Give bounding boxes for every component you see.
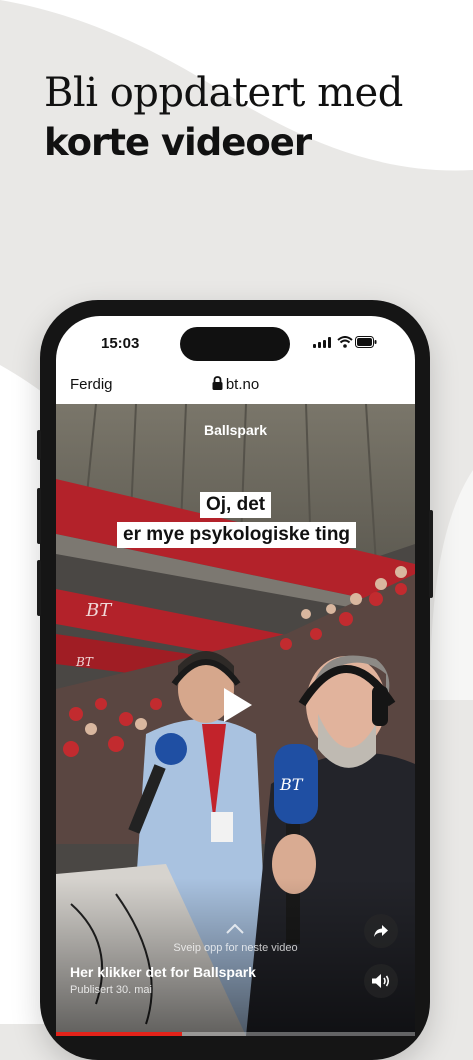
phone-action-button: [37, 430, 41, 460]
share-button[interactable]: [364, 914, 398, 948]
swipe-hint: Sveip opp for neste video: [173, 942, 298, 954]
browser-toolbar: bt.no Ferdig: [56, 372, 415, 404]
headline-line-2: korte videoer: [44, 121, 312, 164]
sound-button[interactable]: [364, 964, 398, 998]
page-headline: Bli oppdatert med korte videoer: [44, 70, 403, 166]
status-time: 15:03: [101, 335, 140, 352]
video-category: Ballspark: [203, 422, 268, 438]
video-progress-fill: [56, 1032, 182, 1036]
caption-line-2: er mye psykologiske ting: [117, 522, 357, 548]
phone-screen: 15:03 bt.no Ferdig Ballspark Oj, det er …: [56, 316, 415, 1036]
phone-volume-up-button: [37, 488, 41, 544]
video-published-date: Publisert 30. mai: [70, 984, 152, 996]
chevron-up-icon: [226, 924, 244, 934]
phone-volume-down-button: [37, 560, 41, 616]
status-bar: 15:03: [56, 316, 415, 372]
video-progress-bar[interactable]: [56, 1032, 415, 1036]
share-icon: [374, 925, 388, 937]
play-icon[interactable]: [222, 686, 254, 724]
signal-icon: [313, 337, 331, 348]
caption-line-1: Oj, det: [200, 492, 272, 518]
wifi-icon: [337, 336, 353, 348]
video-title: Her klikker det for Ballspark: [70, 964, 256, 980]
url-text: bt.no: [225, 376, 260, 393]
dynamic-island: [180, 327, 290, 361]
speaker-icon: [372, 974, 390, 988]
battery-icon: [355, 336, 377, 348]
headline-line-1: Bli oppdatert med: [44, 70, 403, 116]
video-player[interactable]: BT BT: [56, 404, 415, 1036]
lock-icon: [212, 376, 223, 390]
phone-power-button: [429, 510, 433, 598]
done-button[interactable]: Ferdig: [70, 376, 113, 393]
